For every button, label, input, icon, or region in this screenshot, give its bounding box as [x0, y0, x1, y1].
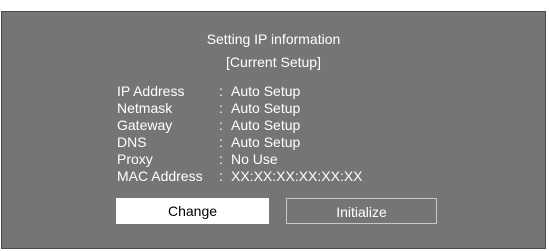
- info-value: No Use: [231, 151, 278, 167]
- info-label: IP Address: [117, 83, 185, 99]
- info-label: Netmask: [117, 100, 173, 116]
- info-separator: :: [219, 83, 223, 99]
- info-row-dns: DNS : Auto Setup: [117, 134, 363, 151]
- info-label: DNS: [117, 134, 147, 150]
- info-label: Proxy: [117, 151, 153, 167]
- info-row-netmask: Netmask : Auto Setup: [117, 100, 363, 117]
- info-separator: :: [219, 151, 223, 167]
- info-row-gateway: Gateway : Auto Setup: [117, 117, 363, 134]
- info-row-ip-address: IP Address : Auto Setup: [117, 83, 363, 100]
- info-value: Auto Setup: [231, 100, 301, 116]
- info-value: Auto Setup: [231, 134, 301, 150]
- initialize-button[interactable]: Initialize: [286, 198, 437, 224]
- ip-info-list: IP Address : Auto Setup Netmask : Auto S…: [117, 83, 363, 185]
- info-value: XX:XX:XX:XX:XX:XX: [231, 168, 363, 184]
- info-separator: :: [219, 117, 223, 133]
- dialog-subtitle: [Current Setup]: [226, 54, 321, 70]
- change-button[interactable]: Change: [116, 198, 269, 224]
- info-separator: :: [219, 168, 223, 184]
- info-row-mac-address: MAC Address : XX:XX:XX:XX:XX:XX: [117, 168, 363, 185]
- info-label: MAC Address: [117, 168, 203, 184]
- dialog-title: Setting IP information: [206, 31, 341, 47]
- info-label: Gateway: [117, 117, 173, 133]
- info-separator: :: [219, 100, 223, 116]
- info-row-proxy: Proxy : No Use: [117, 151, 363, 168]
- info-value: Auto Setup: [231, 83, 301, 99]
- ip-info-dialog: Setting IP information [Current Setup] I…: [1, 11, 546, 249]
- info-separator: :: [219, 134, 223, 150]
- info-value: Auto Setup: [231, 117, 301, 133]
